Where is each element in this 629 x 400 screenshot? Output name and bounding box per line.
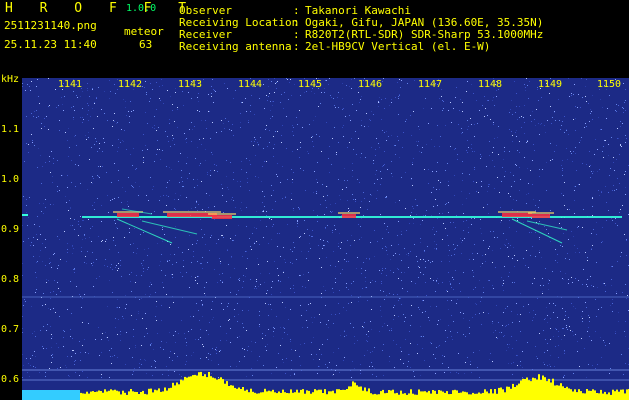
y-tick-label: 1.1 [1,124,20,135]
y-tick-label: 0.8 [1,274,20,285]
x-tick-label: 1142 [118,79,143,90]
x-tick-label: 1148 [478,79,503,90]
x-tick-label: 1144 [238,79,263,90]
x-tick-label: 1147 [418,79,443,90]
capture-label: meteor [124,25,164,38]
info-separator: : [293,40,300,53]
meteor-echoes [113,208,568,244]
x-tick-label: 1146 [358,79,383,90]
spectrogram [22,78,629,400]
info-value-antenna: 2el-HB9CV Vertical (el. E-W) [305,40,491,53]
x-tick-label: 1150 [597,79,622,90]
noise-field [22,78,629,378]
y-tick-label: 0.6 [1,374,20,385]
y-tick-label: 1.0 [1,174,20,185]
x-tick-label: 1145 [298,79,323,90]
hroft-window: H R O F F T 1.0.0 2511231140.png meteor … [0,0,629,400]
spectrogram-canvas [22,78,629,400]
capture-datetime: 25.11.23 11:40 [4,38,97,51]
app-title: H R O F F T [5,1,196,16]
x-tick-label: 1143 [178,79,203,90]
header: H R O F F T 1.0.0 2511231140.png meteor … [0,0,629,78]
x-tick-label: 1149 [538,79,563,90]
app-version: 1.0.0 [126,3,157,14]
x-tick-label: 1141 [58,79,83,90]
y-tick-label: 0.9 [1,224,20,235]
y-tick-label: 0.7 [1,324,20,335]
capture-filename: 2511231140.png [4,19,97,32]
y-axis-unit: kHz [1,74,20,85]
activity-histogram [22,371,629,400]
capture-count: 63 [139,38,153,51]
info-key-antenna: Receiving antenna [179,40,292,53]
